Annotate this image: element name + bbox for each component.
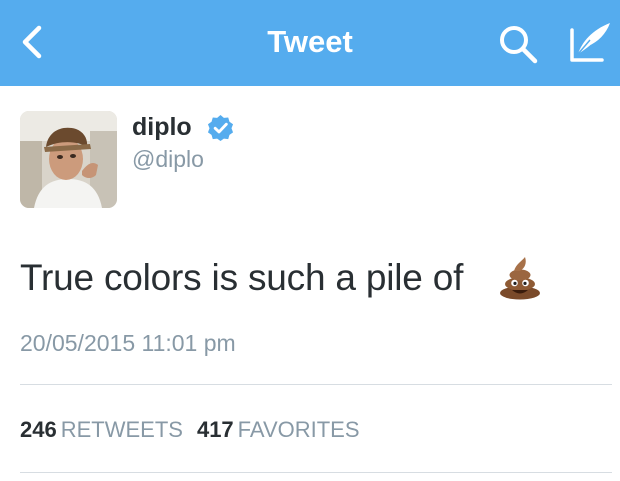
favorites-label: FAVORITES — [237, 417, 360, 442]
retweets-stat[interactable]: 246 RETWEETS — [20, 417, 183, 442]
search-icon[interactable] — [496, 22, 540, 66]
avatar[interactable] — [20, 111, 117, 208]
tweet-timestamp: 20/05/2015 11:01 pm — [20, 330, 236, 356]
tweet-stats: 246 RETWEETS 417 FAVORITES — [20, 415, 360, 445]
divider — [20, 384, 612, 385]
retweets-count: 246 — [20, 417, 57, 442]
retweets-label: RETWEETS — [60, 417, 183, 442]
chevron-left-icon[interactable] — [12, 18, 52, 66]
tweet-text: True colors is such a pile of — [20, 257, 464, 298]
avatar-photo — [20, 111, 117, 208]
user-name[interactable]: diplo — [132, 111, 192, 143]
verified-badge-icon — [207, 114, 234, 141]
favorites-count: 417 — [196, 417, 234, 442]
pile-of-poo-icon — [500, 257, 540, 300]
compose-icon[interactable] — [568, 18, 614, 66]
favorites-stat[interactable]: 417 FAVORITES — [197, 417, 360, 442]
divider — [20, 472, 612, 473]
nav-bar: Tweet — [0, 0, 620, 86]
user-handle[interactable]: @diplo — [132, 144, 204, 174]
